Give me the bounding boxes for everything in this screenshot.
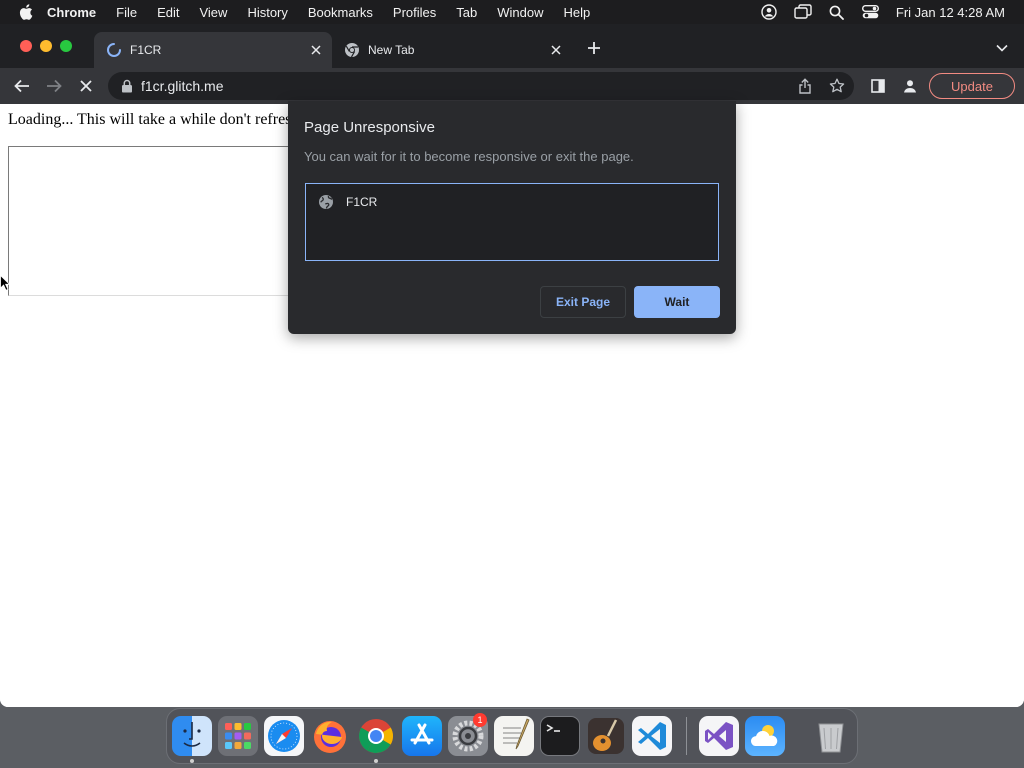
garageband-icon[interactable] [586, 716, 626, 756]
address-bar[interactable] [108, 72, 854, 100]
menu-window[interactable]: Window [497, 5, 543, 20]
new-tab-button[interactable] [584, 38, 604, 58]
page-name: F1CR [346, 195, 378, 209]
loading-spinner-icon [107, 43, 121, 57]
firefox-icon[interactable] [310, 716, 350, 756]
tab-f1cr[interactable]: F1CR [94, 32, 332, 68]
safari-icon[interactable] [264, 716, 304, 756]
menu-bookmarks[interactable]: Bookmarks [308, 5, 373, 20]
update-button[interactable]: Update [929, 73, 1015, 99]
unresponsive-page-list[interactable]: F1CR [305, 183, 719, 261]
menu-profiles[interactable]: Profiles [393, 5, 436, 20]
chrome-app-icon[interactable] [356, 716, 396, 756]
stop-loading-button[interactable] [76, 76, 96, 96]
user-icon[interactable] [760, 3, 778, 21]
menu-app-name[interactable]: Chrome [47, 5, 96, 20]
browser-toolbar: Update [0, 68, 1024, 104]
menu-edit[interactable]: Edit [157, 5, 179, 20]
dock: 1 [166, 708, 858, 764]
url-input[interactable] [141, 78, 796, 94]
chrome-running-indicator [374, 759, 378, 763]
share-icon[interactable] [796, 77, 814, 95]
apple-logo-icon[interactable] [19, 4, 33, 20]
minimize-window-button[interactable] [40, 40, 52, 52]
dialog-title: Page Unresponsive [304, 119, 435, 136]
chrome-icon [345, 43, 359, 58]
menu-help[interactable]: Help [564, 5, 591, 20]
tab-strip: F1CR New Tab [0, 24, 1024, 68]
menu-history[interactable]: History [247, 5, 287, 20]
page-unresponsive-dialog: Page Unresponsive You can wait for it to… [288, 101, 736, 334]
forward-button[interactable] [44, 76, 64, 96]
profile-avatar-icon[interactable] [900, 76, 920, 96]
globe-icon [319, 195, 333, 209]
close-tab-icon[interactable] [548, 42, 564, 58]
bookmark-star-icon[interactable] [828, 77, 846, 95]
lock-icon[interactable] [121, 79, 133, 93]
dock-separator [686, 717, 687, 755]
mouse-cursor-icon [0, 275, 10, 291]
menu-view[interactable]: View [199, 5, 227, 20]
tab-new-tab[interactable]: New Tab [332, 32, 572, 68]
menu-file[interactable]: File [116, 5, 137, 20]
vscode-icon[interactable] [632, 716, 672, 756]
tab-title: New Tab [368, 43, 415, 57]
tab-title: F1CR [130, 43, 162, 57]
spotlight-search-icon[interactable] [828, 3, 846, 21]
menu-clock[interactable]: Fri Jan 12 4:28 AM [896, 5, 1005, 20]
screen-mirroring-icon[interactable] [794, 3, 812, 21]
terminal-icon[interactable] [540, 716, 580, 756]
tab-search-chevron-icon[interactable] [992, 38, 1012, 58]
close-tab-icon[interactable] [308, 42, 324, 58]
menu-tab[interactable]: Tab [456, 5, 477, 20]
exit-page-button[interactable]: Exit Page [540, 286, 626, 318]
textedit-icon[interactable] [494, 716, 534, 756]
close-window-button[interactable] [20, 40, 32, 52]
menu-bar: Chrome File Edit View History Bookmarks … [0, 0, 1024, 24]
visual-studio-icon[interactable] [699, 716, 739, 756]
control-center-icon[interactable] [862, 3, 880, 21]
zoom-window-button[interactable] [60, 40, 72, 52]
game-canvas[interactable] [8, 146, 308, 296]
finder-running-indicator [190, 759, 194, 763]
weather-icon[interactable] [745, 716, 785, 756]
trash-icon[interactable] [811, 716, 851, 756]
loading-text: Loading... This will take a while don't … [8, 111, 292, 128]
settings-notification-badge: 1 [473, 713, 487, 727]
list-item[interactable]: F1CR [318, 194, 377, 210]
app-store-icon[interactable] [402, 716, 442, 756]
finder-icon[interactable] [172, 716, 212, 756]
launchpad-icon[interactable] [218, 716, 258, 756]
wait-button[interactable]: Wait [634, 286, 720, 318]
side-panel-icon[interactable] [868, 76, 888, 96]
back-button[interactable] [12, 76, 32, 96]
dialog-message: You can wait for it to become responsive… [304, 149, 634, 164]
